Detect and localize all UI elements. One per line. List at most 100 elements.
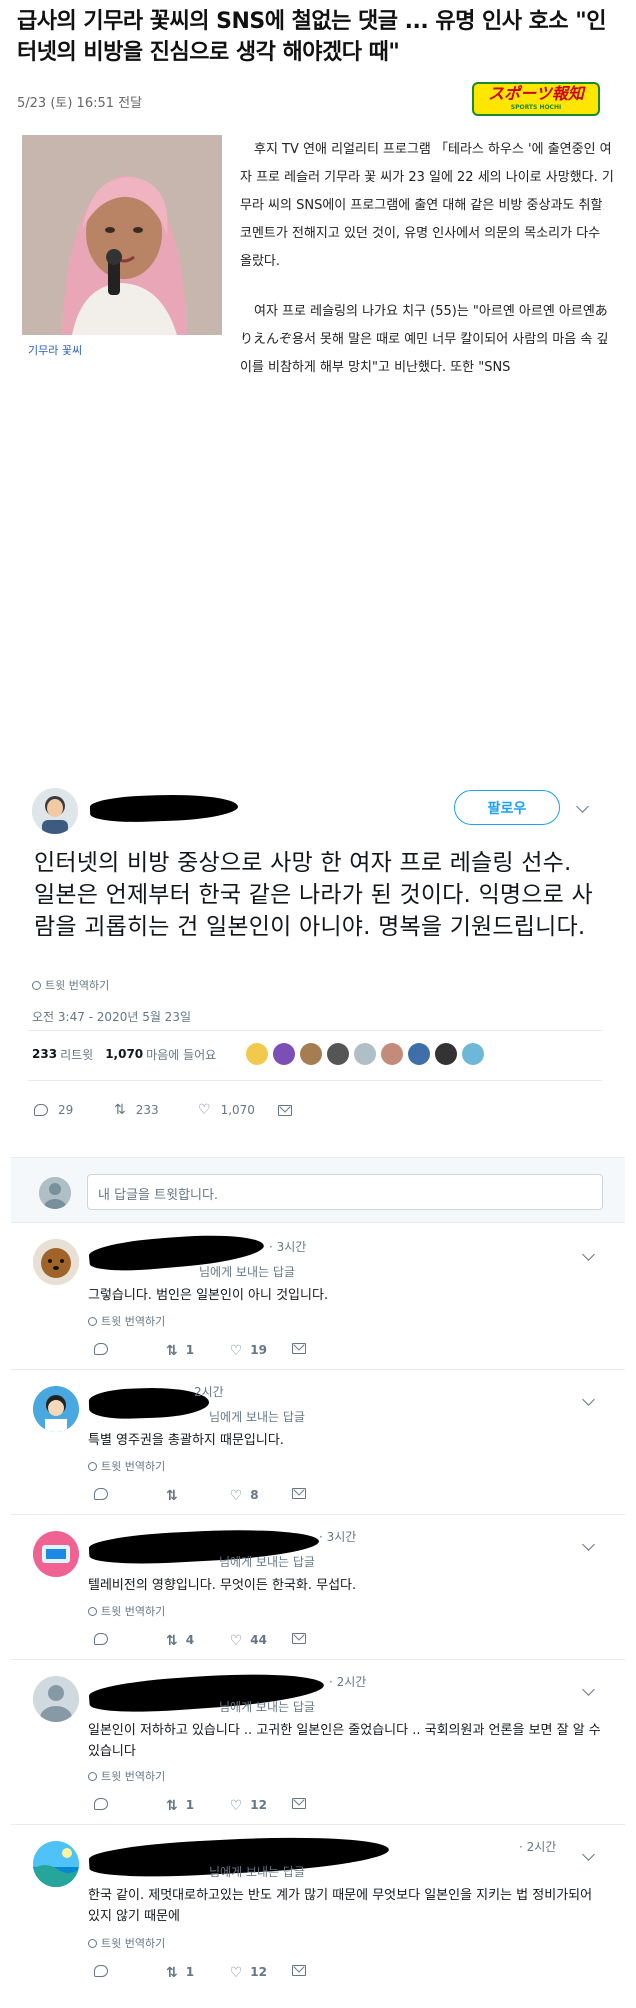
avatar[interactable] [33, 1676, 79, 1722]
divider [28, 1030, 602, 1031]
globe-icon [88, 1316, 97, 1326]
logo-subtext: SPORTS HOCHI [510, 104, 562, 111]
avatar[interactable] [381, 1043, 404, 1065]
avatar[interactable] [33, 1841, 79, 1887]
reply-actions: ⇅ 1 ♡ 12 [94, 1965, 307, 1981]
article-headline: 급사의 기무라 꽃씨의 SNS에 철없는 댓글 ... 유명 인사 호소 "인터… [17, 9, 607, 65]
translate-link[interactable]: 트윗 번역하기 [88, 1603, 165, 1619]
translate-label: 트윗 번역하기 [45, 979, 110, 992]
reply-icon[interactable] [94, 1343, 108, 1355]
like-count[interactable]: 1,070 [105, 1047, 143, 1061]
translate-label: 트윗 번역하기 [101, 1937, 166, 1950]
reply-time[interactable]: 2시간 [194, 1383, 224, 1400]
reply-to: 님에게 보내는 답글 [209, 1410, 305, 1424]
avatar[interactable] [462, 1043, 485, 1065]
tweet-timestamp[interactable]: 오전 3:47 - 2020년 5월 23일 [32, 1008, 191, 1025]
heart-icon[interactable]: ♡ [230, 1488, 243, 1504]
retweet-count [186, 1488, 230, 1504]
reply-icon[interactable] [94, 1633, 108, 1645]
like-count: 44 [250, 1633, 267, 1647]
translate-link[interactable]: 트윗 번역하기 [88, 1768, 165, 1784]
heart-icon[interactable]: ♡ [230, 1343, 243, 1359]
retweet-icon[interactable]: ⇅ [166, 1343, 178, 1359]
retweet-icon: ⇅ [114, 1102, 126, 1118]
reply-input[interactable]: 내 답글을 트윗합니다. [87, 1174, 603, 1210]
retweet-label[interactable]: 리트윗 [60, 1046, 93, 1063]
avatar[interactable] [33, 1531, 79, 1577]
reply-to: 님에게 보내는 답글 [219, 1555, 315, 1569]
reply-item[interactable]: · 2시간 님에게 보내는 답글 일본인이 저하하고 있습니다 .. 고귀한 일… [11, 1660, 625, 1825]
reply-item[interactable]: · 2시간 님에게 보내는 답글 한국 같이. 제멋대로하고있는 반도 계가 많… [11, 1825, 625, 2008]
avatar[interactable] [408, 1043, 431, 1065]
reply-time[interactable]: · 3시간 [269, 1238, 306, 1255]
translate-link[interactable]: 트윗 번역하기 [88, 1458, 165, 1474]
avatar[interactable] [327, 1043, 350, 1065]
avatar[interactable] [246, 1043, 269, 1065]
reply-to: 님에게 보내는 답글 [209, 1865, 305, 1879]
follow-button[interactable]: 팔로우 [454, 790, 560, 825]
like-action-count: 1,070 [220, 1103, 255, 1117]
photo-caption: 기무라 꽃씨 [28, 344, 83, 357]
like-count: 19 [250, 1343, 267, 1357]
translate-link[interactable]: 트윗 번역하기 [88, 1935, 165, 1951]
translate-label: 트윗 번역하기 [101, 1770, 166, 1783]
heart-icon[interactable]: ♡ [230, 1965, 243, 1981]
translate-link[interactable]: 트윗 번역하기 [32, 977, 109, 993]
like-count: 12 [250, 1965, 267, 1979]
mail-icon[interactable] [292, 1488, 307, 1499]
retweet-icon[interactable]: ⇅ [166, 1488, 178, 1504]
article-paragraph: 여자 프로 레슬링의 나가요 치구 (55)는 "아르옌 아르옌 아르옌ありえん… [240, 304, 609, 375]
reply-icon[interactable] [94, 1798, 108, 1810]
chevron-down-icon[interactable] [582, 1683, 595, 1696]
reply-icon[interactable] [94, 1965, 108, 1977]
reply-item[interactable]: 2시간 님에게 보내는 답글 특별 영주권을 총괄하지 때문입니다. 트윗 번역… [11, 1370, 625, 1515]
avatar[interactable] [33, 1239, 79, 1285]
avatar [39, 1177, 71, 1209]
mail-icon[interactable] [292, 1633, 307, 1644]
like-label[interactable]: 마음에 들어요 [146, 1046, 216, 1063]
reply-item[interactable]: · 3시간 님에게 보내는 답글 텔레비전의 영향입니다. 무엇이든 한국화. … [11, 1515, 625, 1660]
reply-time[interactable]: · 2시간 [519, 1838, 556, 1855]
mail-icon[interactable] [292, 1343, 307, 1354]
globe-icon [88, 1461, 97, 1471]
retweet-icon[interactable]: ⇅ [166, 1798, 178, 1814]
reply-icon[interactable] [94, 1488, 108, 1500]
retweet-icon[interactable]: ⇅ [166, 1965, 178, 1981]
retweet-count: 1 [185, 1798, 195, 1812]
heart-icon[interactable]: ♡ [230, 1633, 243, 1649]
sports-hochi-logo: スポーツ報知 SPORTS HOCHI [472, 82, 600, 116]
message-button[interactable] [278, 1102, 292, 1118]
like-button[interactable]: ♡ 1,070 [198, 1102, 278, 1118]
article-date: 5/23 (토) 16:51 전달 [17, 96, 143, 111]
retweet-count: 1 [185, 1343, 195, 1357]
avatar[interactable] [300, 1043, 323, 1065]
avatar[interactable] [33, 1386, 79, 1432]
heart-icon[interactable]: ♡ [230, 1798, 243, 1814]
avatar[interactable] [354, 1043, 377, 1065]
reply-actions: ⇅ 1 ♡ 12 [94, 1798, 307, 1814]
avatar[interactable] [435, 1043, 458, 1065]
retweet-count: 4 [185, 1633, 195, 1647]
translate-link[interactable]: 트윗 번역하기 [88, 1313, 165, 1329]
mail-icon [278, 1104, 292, 1116]
chevron-down-icon[interactable] [582, 1848, 595, 1861]
translate-label: 트윗 번역하기 [101, 1460, 166, 1473]
reply-time[interactable]: · 2시간 [329, 1673, 366, 1690]
retweet-count[interactable]: 233 [32, 1047, 57, 1061]
retweet-icon[interactable]: ⇅ [166, 1633, 178, 1649]
reply-time[interactable]: · 3시간 [319, 1528, 356, 1545]
reply-item[interactable]: · 3시간 님에게 보내는 답글 그렇습니다. 범인은 일본인이 아니 것입니다… [11, 1225, 625, 1370]
mail-icon[interactable] [292, 1965, 307, 1976]
reply-text: 일본인이 저하하고 있습니다 .. 고귀한 일본인은 줄었습니다 .. 국회의원… [88, 1723, 601, 1759]
retweet-button[interactable]: ⇅ 233 [114, 1102, 198, 1118]
mail-icon[interactable] [292, 1798, 307, 1809]
reply-button[interactable]: 29 [34, 1102, 114, 1118]
avatar[interactable] [32, 788, 78, 834]
chevron-down-icon[interactable] [582, 1248, 595, 1261]
reply-to: 님에게 보내는 답글 [219, 1700, 315, 1714]
chevron-down-icon[interactable] [576, 800, 589, 813]
avatar[interactable] [273, 1043, 296, 1065]
chevron-down-icon[interactable] [582, 1393, 595, 1406]
reply-actions: ⇅ 4 ♡ 44 [94, 1633, 307, 1649]
chevron-down-icon[interactable] [582, 1538, 595, 1551]
